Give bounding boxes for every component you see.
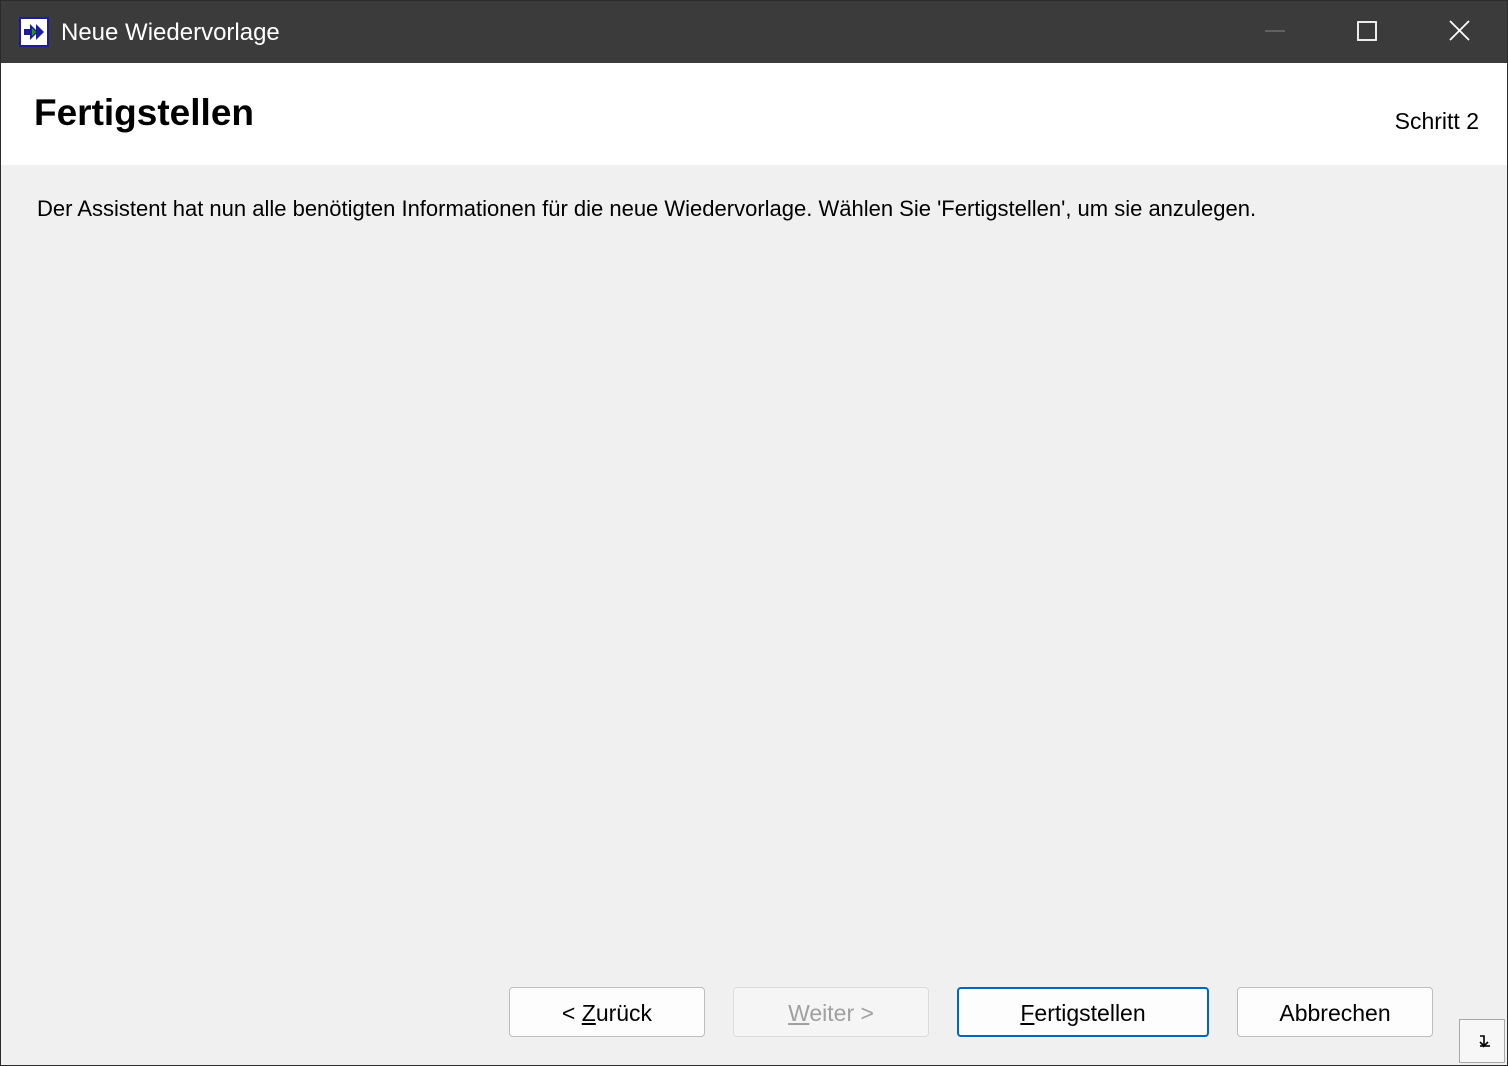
step-indicator: Schritt 2 — [1394, 108, 1479, 134]
minimize-button[interactable] — [1229, 1, 1321, 63]
back-button-label: urück — [595, 1000, 653, 1026]
wizard-header: Fertigstellen Schritt 2 — [1, 63, 1507, 165]
back-button-mnemonic: Z — [581, 1000, 596, 1026]
maximize-button[interactable] — [1321, 1, 1413, 63]
finish-button-label: ertigstellen — [1034, 1000, 1146, 1026]
next-button-mnemonic: W — [788, 1000, 810, 1026]
resize-grip-icon — [1479, 1035, 1490, 1048]
double-arrow-icon — [19, 17, 49, 47]
back-button[interactable]: < Zurück — [509, 987, 705, 1037]
finish-button[interactable]: Fertigstellen — [957, 987, 1209, 1037]
info-message: Der Assistent hat nun alle benötigten In… — [37, 196, 1257, 221]
close-icon — [1449, 20, 1470, 41]
cancel-button-label: Abbrechen — [1279, 1000, 1391, 1026]
close-button[interactable] — [1413, 1, 1505, 63]
back-button-prefix: < — [561, 1000, 582, 1026]
resize-grip[interactable] — [1459, 1019, 1505, 1063]
title-bar[interactable]: Neue Wiedervorlage — [1, 1, 1507, 63]
next-button-label: eiter > — [809, 1000, 874, 1026]
cancel-button[interactable]: Abbrechen — [1237, 987, 1433, 1037]
page-title: Fertigstellen — [34, 92, 254, 133]
wizard-window: Neue Wiedervorlage Fertigstellen Schritt… — [0, 0, 1508, 1066]
window-title: Neue Wiedervorlage — [61, 19, 280, 46]
finish-button-mnemonic: F — [1020, 1000, 1035, 1026]
maximize-icon — [1357, 21, 1377, 41]
wizard-content: Der Assistent hat nun alle benötigten In… — [1, 165, 1507, 1065]
next-button[interactable]: Weiter > — [733, 987, 929, 1037]
minimize-icon — [1265, 30, 1285, 32]
